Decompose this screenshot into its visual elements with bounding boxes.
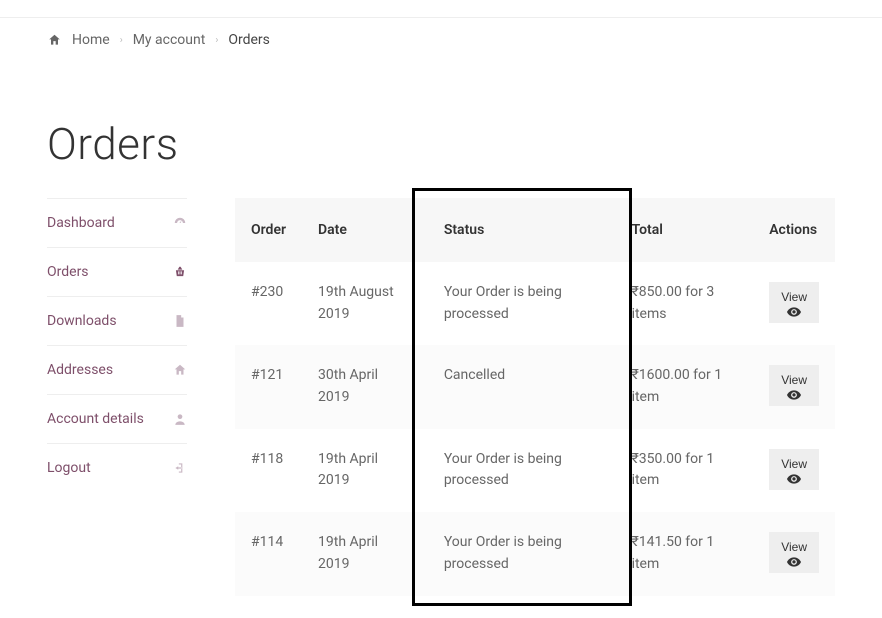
chevron-right-icon: › <box>215 35 218 46</box>
view-button[interactable]: View <box>769 365 819 406</box>
sidebar-item-label: Dashboard <box>47 215 115 231</box>
table-row: #121 30th April 2019 Cancelled ₹1600.00 … <box>235 345 835 428</box>
sidebar-item-account-details[interactable]: Account details <box>47 394 187 443</box>
signout-icon <box>173 461 187 475</box>
sidebar-item-label: Logout <box>47 460 91 476</box>
cell-total: ₹850.00 for 3 items <box>616 262 754 345</box>
cell-order[interactable]: #230 <box>235 262 302 345</box>
basket-icon <box>173 265 187 279</box>
user-icon <box>173 412 187 426</box>
cell-status: Your Order is being processed <box>428 262 616 345</box>
breadcrumb-account[interactable]: My account <box>133 32 206 48</box>
cell-actions: View <box>753 345 835 428</box>
sidebar-item-downloads[interactable]: Downloads <box>47 296 187 345</box>
breadcrumb: Home › My account › Orders <box>47 18 835 62</box>
dashboard-icon <box>173 216 187 230</box>
cell-status: Your Order is being processed <box>428 512 616 595</box>
cell-date: 19th April 2019 <box>302 512 428 595</box>
view-label: View <box>781 457 807 471</box>
col-status: Status <box>428 198 616 262</box>
cell-total: ₹350.00 for 1 item <box>616 429 754 512</box>
eye-icon <box>787 390 801 400</box>
cell-date: 19th August 2019 <box>302 262 428 345</box>
breadcrumb-home[interactable]: Home <box>72 32 110 48</box>
table-row: #118 19th April 2019 Your Order is being… <box>235 429 835 512</box>
cell-order[interactable]: #121 <box>235 345 302 428</box>
eye-icon <box>787 557 801 567</box>
sidebar-item-dashboard[interactable]: Dashboard <box>47 198 187 247</box>
eye-icon <box>787 307 801 317</box>
page-title: Orders <box>47 118 835 170</box>
col-actions: Actions <box>753 198 835 262</box>
file-icon <box>173 314 187 328</box>
sidebar-item-orders[interactable]: Orders <box>47 247 187 296</box>
cell-total: ₹1600.00 for 1 item <box>616 345 754 428</box>
table-row: #114 19th April 2019 Your Order is being… <box>235 512 835 595</box>
table-header-row: Order Date Status Total Actions <box>235 198 835 262</box>
sidebar-item-logout[interactable]: Logout <box>47 443 187 492</box>
view-label: View <box>781 373 807 387</box>
sidebar-item-label: Addresses <box>47 362 113 378</box>
cell-date: 30th April 2019 <box>302 345 428 428</box>
sidebar-item-addresses[interactable]: Addresses <box>47 345 187 394</box>
breadcrumb-current: Orders <box>228 32 270 48</box>
col-date: Date <box>302 198 428 262</box>
cell-order[interactable]: #118 <box>235 429 302 512</box>
cell-actions: View <box>753 429 835 512</box>
view-button[interactable]: View <box>769 282 819 323</box>
table-row: #230 19th August 2019 Your Order is bein… <box>235 262 835 345</box>
view-label: View <box>781 290 807 304</box>
home-icon <box>173 363 187 377</box>
orders-table: Order Date Status Total Actions #230 19t… <box>235 198 835 596</box>
cell-total: ₹141.50 for 1 item <box>616 512 754 595</box>
view-label: View <box>781 540 807 554</box>
view-button[interactable]: View <box>769 532 819 573</box>
col-order: Order <box>235 198 302 262</box>
sidebar-item-label: Account details <box>47 411 144 427</box>
cell-date: 19th April 2019 <box>302 429 428 512</box>
cell-order[interactable]: #114 <box>235 512 302 595</box>
col-total: Total <box>616 198 754 262</box>
cell-actions: View <box>753 512 835 595</box>
sidebar-item-label: Orders <box>47 264 89 280</box>
view-button[interactable]: View <box>769 449 819 490</box>
chevron-right-icon: › <box>120 35 123 46</box>
home-icon <box>47 33 62 47</box>
cell-status: Cancelled <box>428 345 616 428</box>
top-border <box>0 0 882 18</box>
eye-icon <box>787 474 801 484</box>
cell-actions: View <box>753 262 835 345</box>
sidebar-item-label: Downloads <box>47 313 117 329</box>
cell-status: Your Order is being processed <box>428 429 616 512</box>
sidebar: Dashboard Orders Downloads Addresses <box>47 198 187 492</box>
